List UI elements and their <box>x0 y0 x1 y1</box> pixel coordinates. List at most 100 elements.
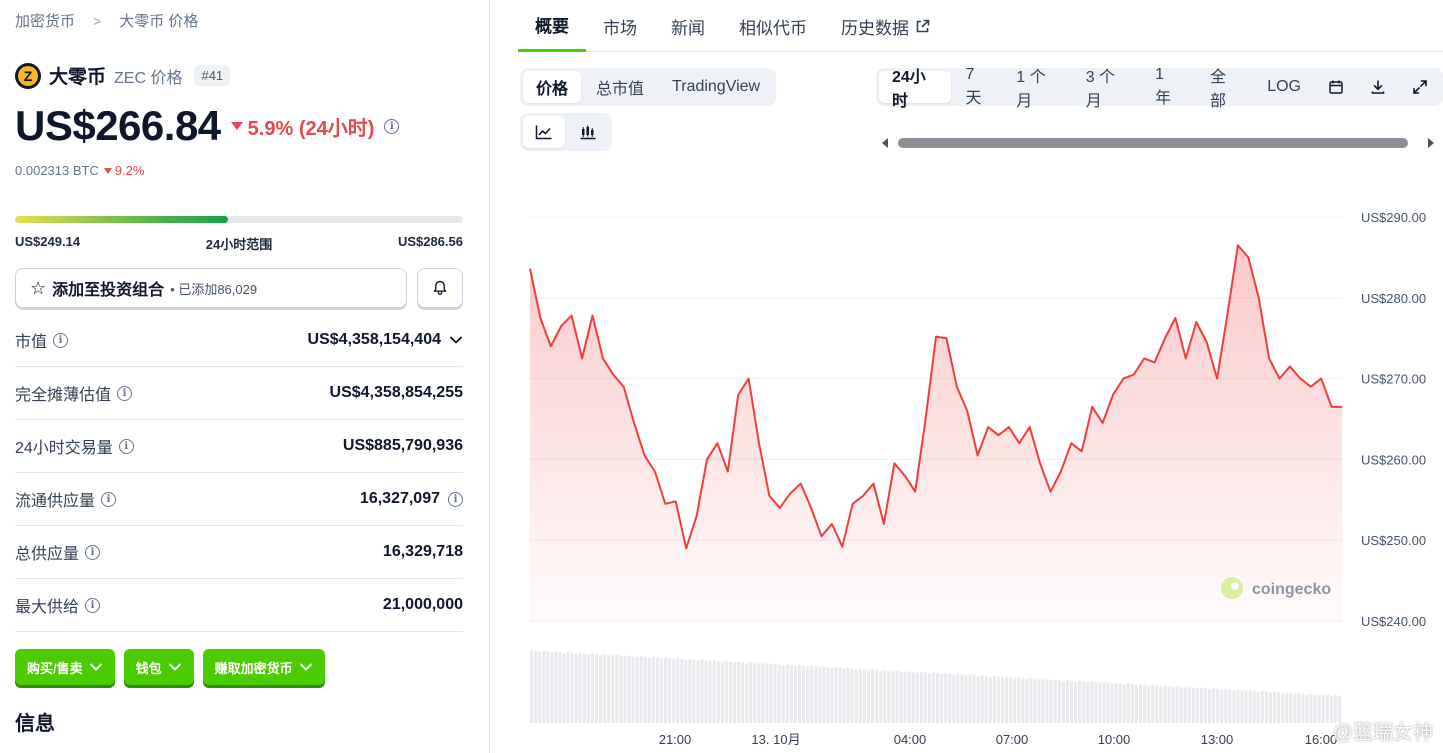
earn-crypto-button[interactable]: 赚取加密货币 <box>202 649 325 685</box>
metric-price[interactable]: 价格 <box>523 71 582 103</box>
volume-bar <box>1102 682 1106 723</box>
volume-bar <box>737 661 741 723</box>
volume-bar <box>696 660 700 723</box>
range-7d[interactable]: 7天 <box>953 66 1002 107</box>
download-button[interactable] <box>1358 71 1398 103</box>
price-alert-button[interactable] <box>417 268 463 308</box>
coin-stats-table: 市值 i US$4,358,154,404 完全摊薄估值 i US$4,358,85… <box>15 314 463 632</box>
fullscreen-button[interactable] <box>1400 71 1440 103</box>
volume-bar <box>668 658 672 723</box>
volume-bar <box>834 667 838 723</box>
volume-bar <box>769 664 773 723</box>
volume-bar <box>806 666 810 723</box>
price-change-text: 5.9% (24小时) <box>247 117 375 140</box>
buy-sell-button[interactable]: 购买/售卖 <box>15 649 115 685</box>
volume-bar <box>1325 695 1329 723</box>
wallet-button[interactable]: 钱包 <box>123 649 194 685</box>
range-24h[interactable]: 24小时 <box>879 69 951 110</box>
volume-bar <box>907 671 911 723</box>
tab-markets[interactable]: 市场 <box>586 0 654 52</box>
volume-bar <box>1313 694 1317 723</box>
volume-bar <box>1090 681 1094 723</box>
price-chart[interactable]: US$290.00 US$280.00 US$270.00 US$260.00 US$2… <box>520 190 1443 753</box>
range-all[interactable]: 全部 <box>1197 69 1252 110</box>
volume-bar <box>883 669 887 723</box>
metric-market-cap[interactable]: 总市值 <box>583 71 657 103</box>
breadcrumb-root[interactable]: 加密货币 <box>15 10 75 31</box>
volume-bar <box>1260 690 1264 723</box>
volume-bar <box>785 664 789 723</box>
tab-similar-coins[interactable]: 相似代币 <box>722 0 824 52</box>
info-icon[interactable]: i <box>117 385 133 401</box>
stat-row-fdv: 完全摊薄估值 i US$4,358,854,255 <box>15 367 463 420</box>
info-section-title: 信息 <box>15 713 55 735</box>
calendar-button[interactable] <box>1316 71 1356 103</box>
line-chart-button[interactable] <box>523 116 565 148</box>
range-3m[interactable]: 3 个月 <box>1073 69 1140 110</box>
volume-bar <box>773 663 777 723</box>
btc-change-text: 9.2% <box>114 163 145 178</box>
volume-bar <box>1106 682 1110 723</box>
volume-bar <box>1122 684 1126 723</box>
info-icon[interactable]: i <box>384 118 400 134</box>
volume-bar <box>956 673 960 723</box>
volume-bar <box>570 652 574 723</box>
info-icon[interactable]: i <box>101 491 117 507</box>
volume-bar <box>1232 690 1236 723</box>
coin-symbol-label: ZEC 价格 <box>114 69 183 87</box>
scroll-left-icon[interactable] <box>882 138 888 148</box>
volume-bar <box>1082 681 1086 723</box>
tab-historical-data[interactable]: 历史数据 <box>824 0 947 52</box>
chevron-down-icon <box>168 663 181 671</box>
volume-bar <box>558 652 562 723</box>
stat-row-max-supply: 最大供给 i 21,000,000 <box>15 579 463 632</box>
volume-bar <box>988 676 992 723</box>
info-icon[interactable]: i <box>448 491 463 507</box>
volume-bar <box>1041 678 1045 723</box>
volume-bar <box>1029 678 1033 723</box>
scroll-right-icon[interactable] <box>1428 138 1434 148</box>
volume-bar <box>578 652 582 723</box>
volume-bar <box>659 658 663 723</box>
volume-bar <box>1175 686 1179 723</box>
metric-tradingview[interactable]: TradingView <box>659 71 773 103</box>
watermark-text: @蓝瑞女神 <box>1332 722 1433 744</box>
chevron-down-icon[interactable] <box>449 333 463 347</box>
volume-bar <box>1179 687 1183 723</box>
info-icon[interactable]: i <box>118 438 134 454</box>
volume-bar <box>867 670 871 723</box>
info-icon[interactable]: i <box>85 597 101 613</box>
info-icon[interactable]: i <box>53 332 69 348</box>
volume-bar <box>810 665 814 723</box>
volume-bar <box>745 663 749 723</box>
range-1y[interactable]: 1 年 <box>1142 66 1195 107</box>
tab-news[interactable]: 新闻 <box>654 0 722 52</box>
volume-bar <box>765 663 769 723</box>
volume-bar <box>1171 687 1175 723</box>
volume-bar <box>1281 693 1285 723</box>
volume-bar <box>1074 681 1078 723</box>
candlestick-chart-button[interactable] <box>567 116 609 148</box>
range-1m[interactable]: 1 个月 <box>1003 69 1070 110</box>
current-price: US$266.84 <box>15 102 221 149</box>
volume-bar <box>854 669 858 723</box>
chart-range-scrollbar[interactable] <box>878 134 1438 152</box>
range-log[interactable]: LOG <box>1254 71 1314 103</box>
candlestick-icon <box>580 125 596 140</box>
tab-overview[interactable]: 概要 <box>518 0 586 52</box>
stat-value: 16,329,718 <box>382 543 463 560</box>
volume-bar <box>1005 676 1009 723</box>
y-tick-label: US$270.00 <box>1361 372 1426 387</box>
volume-bar <box>1228 689 1232 723</box>
rank-badge: #41 <box>194 65 231 86</box>
info-icon[interactable]: i <box>85 544 101 560</box>
price-range-labels: US$249.14 24小时范围 US$286.56 <box>15 234 463 253</box>
volume-bar <box>940 674 944 723</box>
volume-bar <box>708 661 712 723</box>
add-to-portfolio-button[interactable]: ☆ 添加至投资组合 • 已添加86,029 <box>15 268 407 308</box>
volume-bar <box>879 670 883 723</box>
scrollbar-thumb[interactable] <box>898 138 1408 148</box>
stat-row-market-cap: 市值 i US$4,358,154,404 <box>15 314 463 367</box>
volume-bar <box>1240 690 1244 723</box>
coin-summary-panel: 加密货币 > 大零币 价格 Z 大零币 ZEC 价格 #41 US$266.84… <box>0 0 490 753</box>
